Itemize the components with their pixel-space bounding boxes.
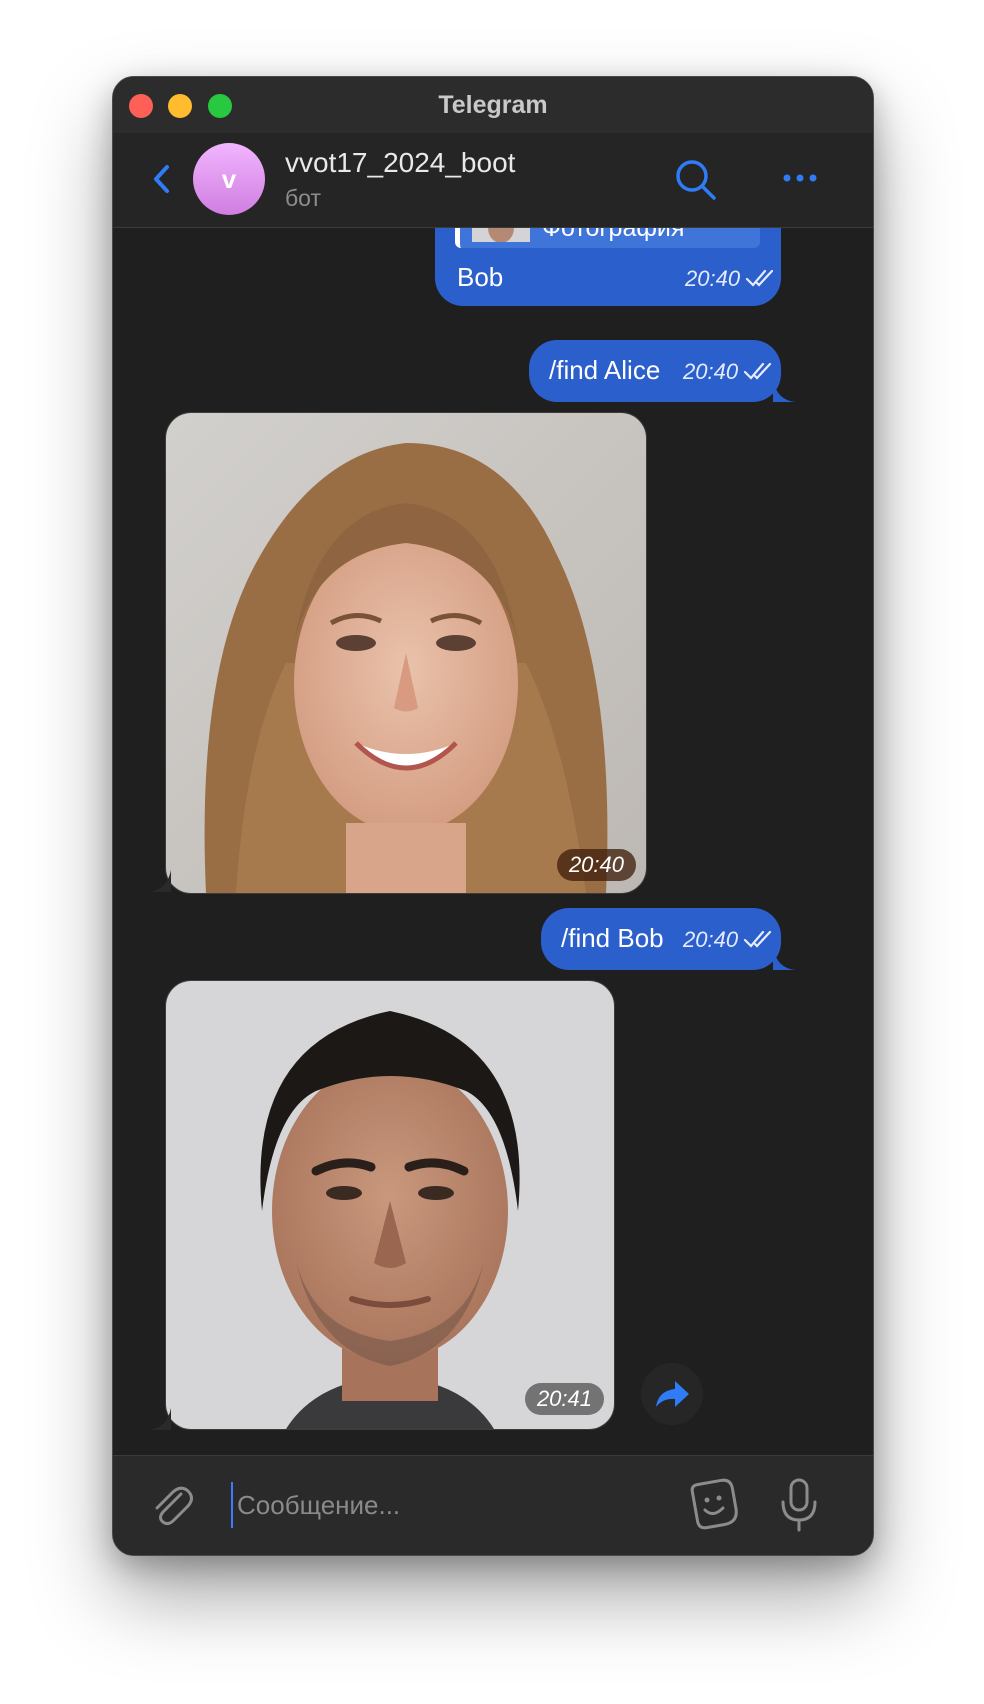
read-checks-icon bbox=[743, 930, 772, 948]
message-bubble[interactable]: Фотография Bob 20:40 bbox=[435, 228, 781, 306]
photo-time: 20:40 bbox=[556, 849, 636, 881]
sticker-icon bbox=[690, 1478, 738, 1530]
message-text: /find Alice bbox=[549, 355, 661, 385]
microphone-icon bbox=[781, 1478, 817, 1532]
back-button[interactable] bbox=[149, 159, 175, 199]
forward-button[interactable] bbox=[641, 1363, 703, 1425]
bubble-tail bbox=[773, 948, 795, 970]
reply-preview[interactable]: Фотография bbox=[455, 228, 760, 248]
reply-thumbnail bbox=[472, 228, 530, 243]
photo-image bbox=[166, 413, 646, 893]
message-time: 20:40 bbox=[685, 266, 741, 291]
bubble-tail bbox=[149, 1408, 171, 1430]
reply-label: Фотография bbox=[542, 228, 685, 242]
chat-header: v vvot17_2024_boot бот bbox=[113, 133, 873, 228]
read-checks-icon bbox=[743, 362, 772, 380]
message-time: 20:40 bbox=[683, 927, 739, 952]
more-dots-icon bbox=[783, 174, 817, 182]
bubble-tail bbox=[773, 380, 795, 402]
title-bar: Telegram bbox=[113, 77, 873, 133]
window-title: Telegram bbox=[438, 91, 548, 119]
chevron-left-icon bbox=[154, 165, 169, 193]
chat-name[interactable]: vvot17_2024_boot bbox=[285, 147, 515, 179]
search-icon bbox=[676, 160, 716, 200]
screen: Telegram v vvot17_2024_boot бот Фотограф… bbox=[0, 0, 984, 1704]
photo-message[interactable]: 20:41 bbox=[165, 980, 615, 1430]
message-bubble[interactable]: /find Alice 20:40 bbox=[529, 340, 781, 402]
more-button[interactable] bbox=[781, 163, 821, 193]
message-composer bbox=[113, 1455, 873, 1555]
attach-button[interactable] bbox=[149, 1480, 195, 1530]
microphone-button[interactable] bbox=[777, 1476, 821, 1534]
sticker-button[interactable] bbox=[685, 1476, 743, 1534]
forward-arrow-icon bbox=[656, 1381, 689, 1407]
search-button[interactable] bbox=[673, 157, 719, 203]
photo-image bbox=[166, 981, 614, 1429]
photo-message[interactable]: 20:40 bbox=[165, 412, 647, 894]
message-time: 20:40 bbox=[683, 359, 739, 384]
message-input[interactable] bbox=[231, 1482, 687, 1528]
message-list[interactable]: Фотография Bob 20:40 /find Alice 20:40 2… bbox=[113, 228, 873, 1534]
reply-photo-thumbnail bbox=[472, 228, 530, 243]
bubble-tail bbox=[149, 870, 171, 892]
chat-avatar[interactable]: v bbox=[193, 143, 265, 215]
photo-time: 20:41 bbox=[524, 1383, 604, 1415]
message-bubble[interactable]: /find Bob 20:40 bbox=[541, 908, 781, 970]
read-checks-icon bbox=[745, 269, 774, 287]
telegram-window: Telegram v vvot17_2024_boot бот Фотограф… bbox=[112, 76, 874, 1556]
chat-status: бот bbox=[285, 185, 321, 211]
message-text: Bob bbox=[457, 262, 504, 292]
paperclip-icon bbox=[155, 1486, 193, 1526]
message-text: /find Bob bbox=[561, 923, 664, 953]
